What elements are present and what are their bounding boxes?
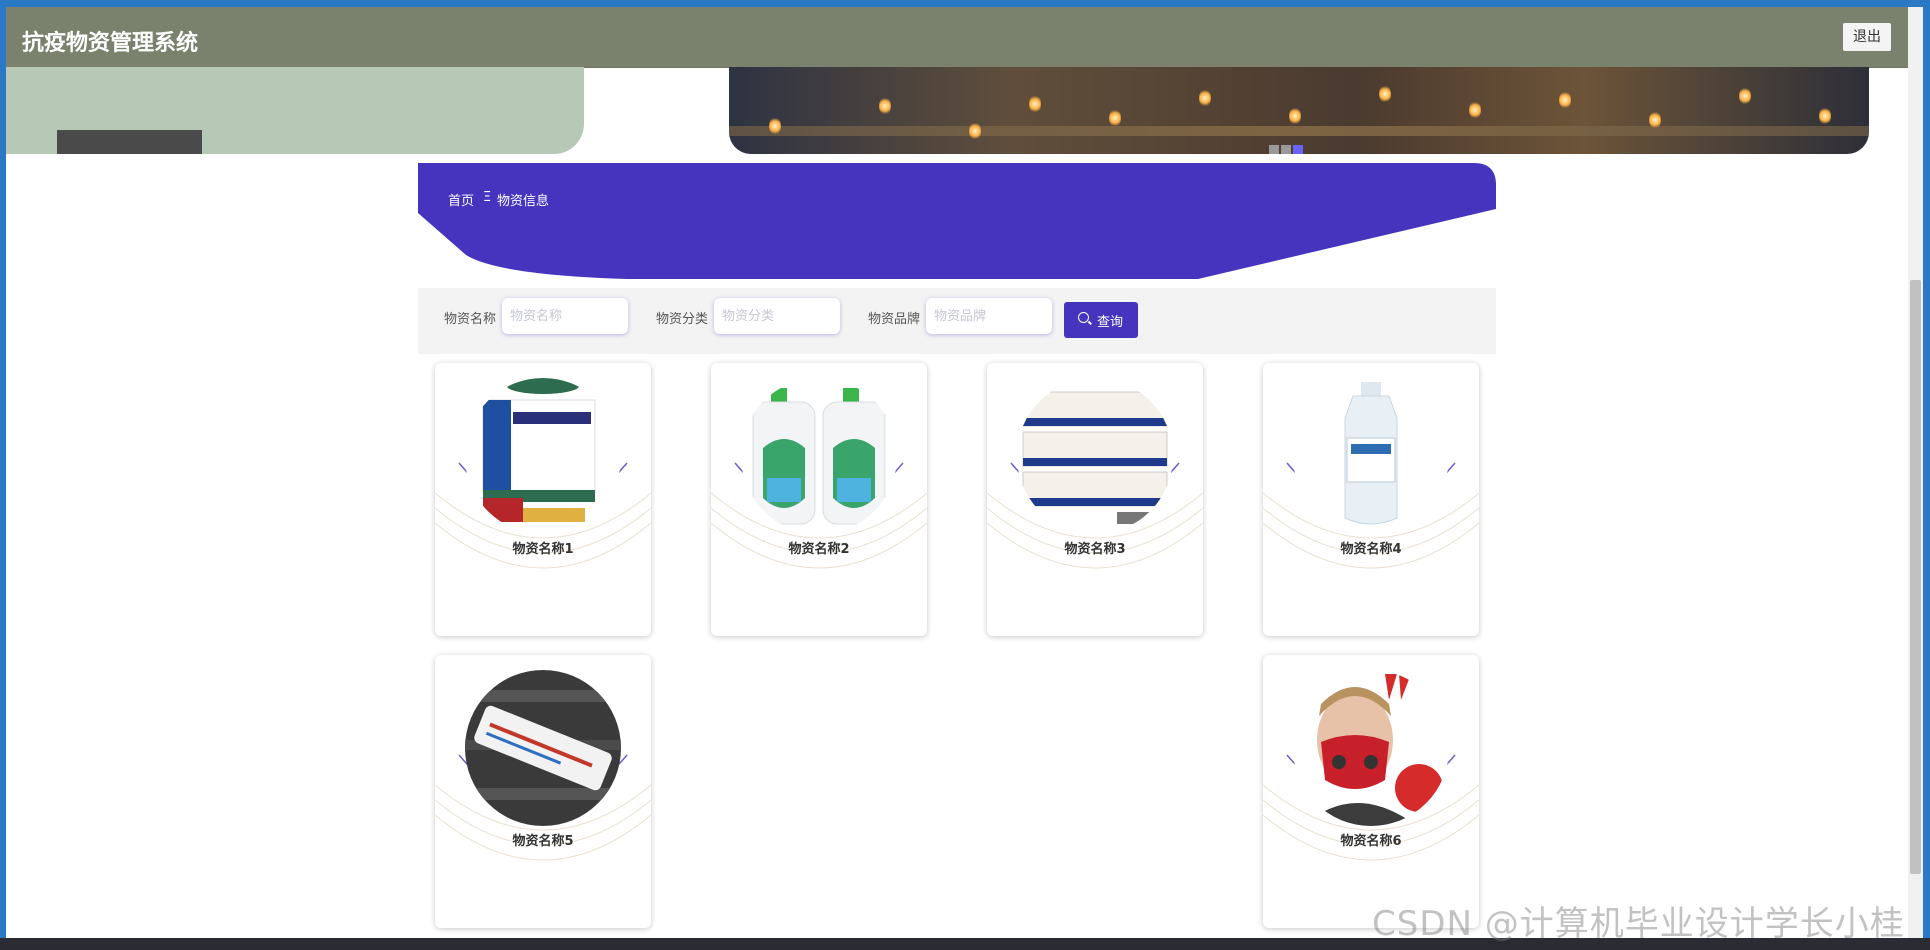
banner-light [1819, 107, 1831, 125]
banner-light [1109, 109, 1121, 127]
item-image [741, 378, 897, 534]
name-filter-label: 物资名称 [444, 312, 497, 327]
item-name: 物资名称6 [1340, 834, 1402, 849]
top-header: 抗疫物资管理系统 退出 [6, 7, 1909, 68]
search-icon [1078, 312, 1089, 323]
window-frame-top [0, 0, 1930, 7]
banner-carousel[interactable] [729, 67, 1869, 154]
brand-filter-input[interactable] [926, 298, 1052, 334]
banner-light [969, 122, 981, 140]
category-filter-label: 物资分类 [656, 312, 709, 327]
item-image [465, 670, 621, 826]
search-button[interactable]: 查询 [1064, 302, 1138, 338]
banner-light [1199, 89, 1211, 107]
banner-light [1649, 111, 1661, 129]
logout-button[interactable]: 退出 [1843, 23, 1891, 51]
item-image [1293, 670, 1449, 826]
search-bar: 物资名称 物资分类 物资品牌 查询 [418, 288, 1496, 354]
banner-light [1289, 107, 1301, 125]
watermark: CSDN @计算机毕业设计学长小桂 [1372, 904, 1905, 944]
item-card[interactable]: 物资名称2 [711, 363, 927, 636]
item-card[interactable]: 物资名称5 [435, 655, 651, 928]
carousel-dot[interactable] [1281, 145, 1291, 154]
banner-light [1029, 95, 1041, 113]
app-title: 抗疫物资管理系统 [22, 31, 199, 56]
category-filter-input[interactable] [714, 298, 840, 334]
banner-light [1559, 91, 1571, 109]
banner-light [769, 117, 781, 135]
window-frame-right [1923, 0, 1930, 950]
banner-light [1739, 87, 1751, 105]
item-name: 物资名称4 [1340, 542, 1402, 557]
item-name: 物资名称3 [1064, 542, 1126, 557]
name-filter-input[interactable] [502, 298, 628, 334]
item-card[interactable]: 物资名称6 [1263, 655, 1479, 928]
scrollbar-thumb[interactable] [1910, 280, 1921, 874]
breadcrumb-current: 物资信息 [497, 194, 550, 209]
item-card[interactable]: 物资名称4 [1263, 363, 1479, 636]
item-image [1017, 378, 1173, 534]
item-name: 物资名称2 [788, 542, 850, 557]
item-image [465, 378, 621, 534]
search-button-label: 查询 [1097, 315, 1124, 330]
item-card[interactable]: 物资名称1 [435, 363, 651, 636]
brand-filter-label: 物资品牌 [868, 312, 921, 327]
breadcrumb-separator-icon: Ξ [483, 190, 492, 205]
banner-dark-block [57, 130, 202, 154]
breadcrumb-home-link[interactable]: 首页 [448, 190, 474, 209]
carousel-indicators [1269, 140, 1309, 154]
banner-light [1379, 85, 1391, 103]
carousel-dot[interactable] [1269, 145, 1279, 154]
breadcrumb-banner [418, 163, 1496, 281]
banner-light [879, 97, 891, 115]
item-name: 物资名称5 [512, 834, 574, 849]
banner-light [1469, 101, 1481, 119]
item-image [1293, 378, 1449, 534]
carousel-dot-active[interactable] [1293, 145, 1303, 154]
item-card[interactable]: 物资名称3 [987, 363, 1203, 636]
item-name: 物资名称1 [512, 542, 574, 557]
banner-railing [729, 126, 1869, 136]
